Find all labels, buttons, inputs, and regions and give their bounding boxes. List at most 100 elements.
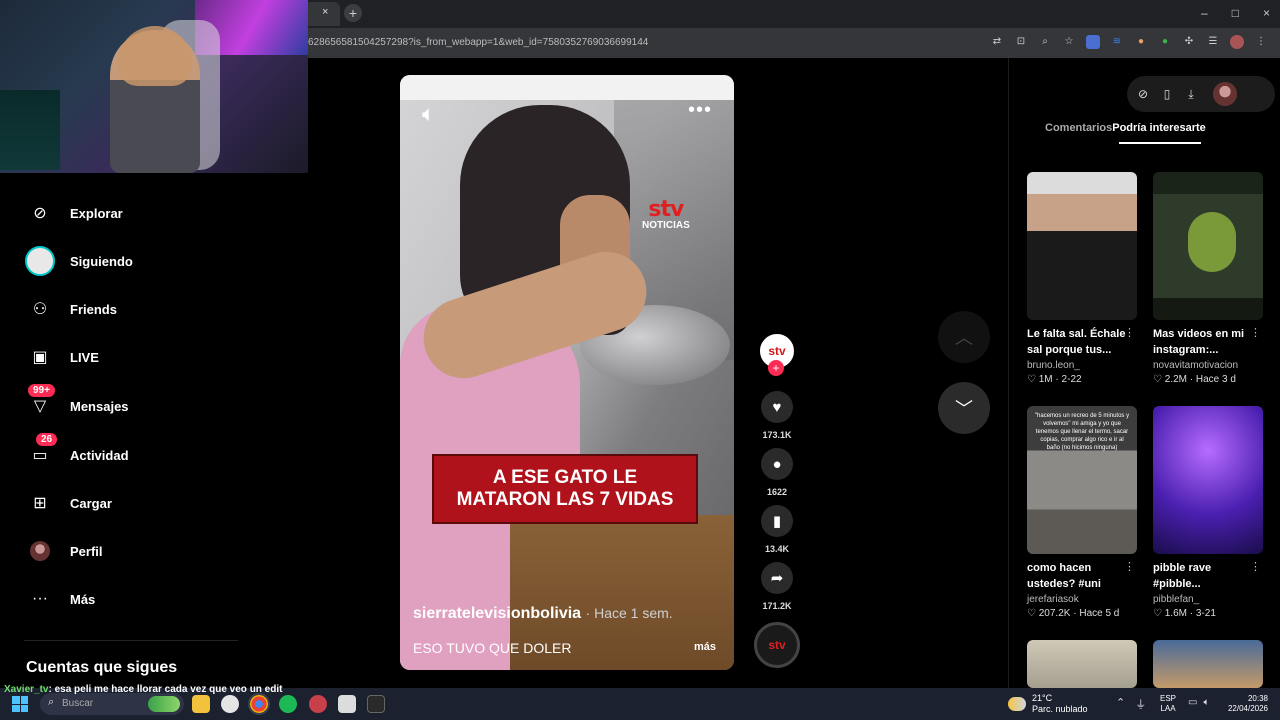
card-thumbnail[interactable] [1027,640,1137,688]
card-title[interactable]: Mas videos en mi instagram:... [1153,326,1253,358]
extensions-puzzle-icon[interactable]: ✣ [1182,35,1196,49]
sidebar-item-live[interactable]: ▣ LIVE [24,341,234,373]
card-thumbnail[interactable]: "hacemos un recreo de 5 minutos y volvem… [1027,406,1137,554]
follow-plus-button[interactable]: + [768,360,784,376]
card-title[interactable]: pibble rave #pibble... [1153,560,1253,592]
tab-comments[interactable]: Comentarios [1045,122,1112,134]
description-more-link[interactable]: más [694,641,716,653]
sidebar-item-perfil[interactable]: Perfil [24,535,234,567]
phone-icon[interactable]: ▯ [1161,87,1173,101]
video-player[interactable]: 🔈︎ ••• stv NOTICIAS A ESE GATO LE MATARO… [400,75,734,670]
windows-start-icon[interactable] [12,696,28,712]
previous-video-button[interactable]: ︿ [938,311,990,363]
game-app-icon[interactable] [367,695,385,713]
card-separator: · [1052,374,1062,385]
overwatch-icon[interactable] [221,695,239,713]
card-more-icon[interactable]: ⋮ [1250,560,1261,573]
comment-icon[interactable]: ● [761,448,793,480]
chrome-icon[interactable] [248,693,270,715]
card-author[interactable]: novavitamotivacion [1153,360,1265,371]
recommended-card[interactable]: Mas videos en mi instagram:... ⋮ novavit… [1153,172,1265,385]
install-icon[interactable]: ⊡ [1014,35,1028,49]
chevron-down-icon: ﹀ [955,399,973,419]
maximize-icon[interactable]: □ [1232,6,1239,20]
card-likes: 1M [1038,374,1053,385]
file-explorer-icon[interactable] [192,695,210,713]
volume-icon[interactable]: 🔈︎ [422,101,435,127]
thumb-caption: "hacemos un recreo de 5 minutos y volvem… [1034,413,1130,451]
next-video-button[interactable]: ﹀ [938,382,990,434]
sidebar-item-mas[interactable]: ··· Más [24,583,234,615]
translate-icon[interactable]: ⇄ [990,35,1004,49]
menu-kebab-icon[interactable]: ⋮ [1254,35,1268,49]
sidebar-item-mensajes[interactable]: ▽ 99+ Mensajes [24,384,234,422]
card-likes: 1.6M [1164,608,1187,619]
stream-chat-message: Xavier_tv: esa peli me hace llorar cada … [4,684,282,695]
extension-blue-icon[interactable] [1086,35,1100,49]
recommended-card[interactable] [1027,640,1139,688]
network-icon[interactable]: ▭ [1188,697,1197,708]
card-thumbnail[interactable] [1027,172,1137,320]
save-action[interactable]: ▮ 13.4K [760,505,794,554]
new-tab-button[interactable]: + [344,4,362,22]
zoom-icon[interactable]: ⌕ [1038,35,1052,49]
spotify-icon[interactable] [279,695,297,713]
volume-tray-icon[interactable]: 🔈︎ [1203,697,1209,708]
card-thumbnail[interactable] [1153,640,1263,688]
recommended-card[interactable]: pibble rave #pibble... ⋮ pibblefan_ ♡ 1.… [1153,406,1265,619]
sidebar-item-siguiendo[interactable]: Siguiendo [24,245,234,277]
chevron-up-icon: ︿ [955,328,973,348]
input-language[interactable]: ESP LAA [1160,694,1176,714]
bookmark-star-icon[interactable]: ☆ [1062,35,1076,49]
video-author-name[interactable]: sierratelevisionbolivia [413,605,581,622]
sidebar-item-friends[interactable]: ⚇ Friends [24,293,234,325]
extension-orange-icon[interactable]: ● [1134,35,1148,49]
sidebar-item-explorar[interactable]: ⊘ Explorar [24,197,234,229]
microphone-icon[interactable]: ⏚ [1135,696,1146,712]
url-field[interactable]: 628656581504257298?is_from_webapp=1&web_… [308,37,648,48]
card-thumbnail[interactable] [1153,172,1263,320]
card-title[interactable]: como hacen ustedes? #uni [1027,560,1127,592]
taskbar-clock[interactable]: 20:38 22/04/2026 [1226,694,1268,714]
extension-audio-icon[interactable]: ≋ [1110,35,1124,49]
taskbar-search[interactable]: ⌕ Buscar [40,693,184,715]
share-action[interactable]: ➦ 171.2K [760,562,794,611]
like-action[interactable]: ♥ 173.1K [760,391,794,440]
recommended-card[interactable]: Le falta sal. Échale sal porque tus... ⋮… [1027,172,1139,385]
comment-action[interactable]: ● 1622 [760,448,794,497]
video-author[interactable]: sierratelevisionbolivia · Hace 1 sem. [413,605,673,623]
music-disc[interactable]: stv [754,622,800,668]
sidebar-item-actividad[interactable]: ▭ 26 Actividad [24,433,234,471]
profile-chrome-icon[interactable] [1230,35,1244,49]
share-arrow-icon[interactable]: ➦ [761,562,793,594]
weather-widget[interactable]: 21°C Parc. nublado [1008,693,1088,715]
sidebar-item-cargar[interactable]: ⊞ Cargar [24,487,234,519]
card-author[interactable]: jerefariasok [1027,594,1139,605]
media-controls-icon[interactable]: ☰ [1206,35,1220,49]
card-author[interactable]: bruno.leon_ [1027,360,1139,371]
tab-may-interest[interactable]: Podría interesarte [1112,122,1206,134]
tab-close-icon[interactable]: × [322,6,328,18]
card-more-icon[interactable]: ⋮ [1124,560,1135,573]
sidebar-item-label: Cargar [70,495,112,511]
tray-chevron-up-icon[interactable]: ⌃ [1116,696,1125,712]
compass-small-icon[interactable]: ⊘ [1137,87,1149,101]
bookmark-icon[interactable]: ▮ [761,505,793,537]
obs-icon[interactable] [309,695,327,713]
notes-app-icon[interactable] [338,695,356,713]
account-avatar[interactable] [1213,82,1237,106]
close-window-icon[interactable]: × [1263,6,1270,20]
download-icon[interactable]: ⤓ [1185,87,1197,102]
heart-icon[interactable]: ♥ [761,391,793,423]
recommended-card[interactable]: "hacemos un recreo de 5 minutos y volvem… [1027,406,1139,619]
card-author[interactable]: pibblefan_ [1153,594,1265,605]
recommended-card[interactable] [1153,640,1265,688]
card-more-icon[interactable]: ⋮ [1124,326,1135,339]
extension-green-icon[interactable]: ● [1158,35,1172,49]
messages-icon: ▽ 99+ [24,384,56,422]
more-options-icon[interactable]: ••• [688,99,712,122]
card-title[interactable]: Le falta sal. Échale sal porque tus... [1027,326,1127,358]
card-more-icon[interactable]: ⋮ [1250,326,1261,339]
card-thumbnail[interactable] [1153,406,1263,554]
minimize-icon[interactable]: – [1201,6,1208,20]
